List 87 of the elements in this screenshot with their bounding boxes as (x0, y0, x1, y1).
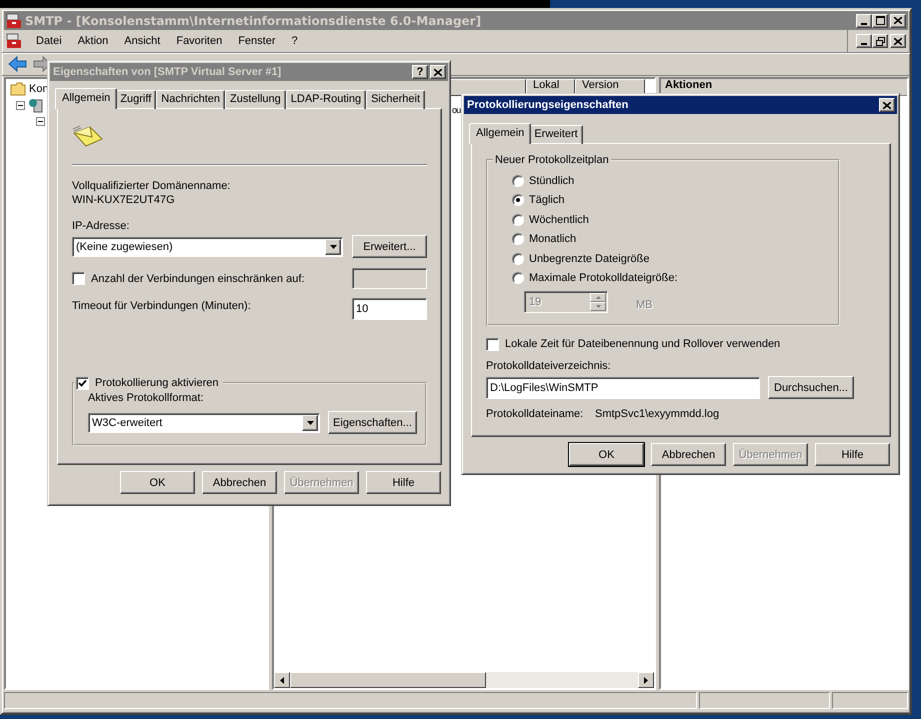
window-title: SMTP - [Konsolenstamm\Internetinformationsdienste 6.0-Manager] (25, 14, 482, 28)
close-icon (894, 17, 902, 24)
radio-label: Wöchentlich (529, 212, 589, 227)
radio-label: Stündlich (529, 174, 574, 188)
log-format-dropdown[interactable]: W3C-erweitert (88, 412, 320, 432)
dialog-button[interactable]: Hilfe (366, 471, 441, 494)
timeout-field[interactable]: 10 (352, 298, 427, 320)
radio-button[interactable] (512, 272, 524, 284)
tab[interactable]: Allgemein (469, 123, 532, 144)
ip-address-dropdown[interactable]: (Keine zugewiesen) (72, 236, 343, 256)
dialog-button[interactable]: Abbrechen (202, 471, 277, 494)
browse-button[interactable]: Durchsuchen... (768, 376, 854, 399)
dialog-button[interactable]: Abbrechen (651, 443, 726, 466)
radio-label: Unbegrenzte Dateigröße (529, 252, 650, 266)
radio-button[interactable] (512, 174, 524, 187)
radio-button[interactable] (512, 252, 524, 265)
folder-icon (10, 82, 26, 96)
tab[interactable]: Zugriff (115, 90, 156, 109)
close-icon (894, 38, 902, 44)
menu-item[interactable]: Fenster (230, 35, 284, 47)
close-icon (434, 68, 442, 76)
close-icon (883, 102, 891, 108)
tab[interactable]: Sicherheit (366, 90, 426, 109)
scroll-thumb[interactable] (290, 672, 486, 688)
tab[interactable]: Erweitert (529, 125, 583, 144)
minimize-button[interactable] (856, 34, 872, 48)
field-label: Aktives Protokollformat: (88, 391, 205, 405)
back-arrow-icon[interactable] (8, 56, 28, 72)
list-cell: ou (452, 105, 460, 115)
advanced-button[interactable]: Erweitert... (352, 235, 427, 258)
menu-item[interactable]: Aktion (70, 35, 116, 47)
dialog-title: Protokollierungseigenschaften (467, 99, 630, 111)
close-button[interactable] (890, 14, 906, 28)
menu-item[interactable]: Favoriten (168, 35, 230, 47)
toolbox-icon[interactable] (6, 33, 22, 49)
restore-button[interactable] (872, 34, 888, 48)
connection-limit-field[interactable] (352, 268, 427, 289)
maximize-icon (876, 16, 884, 25)
tab[interactable]: Nachrichten (156, 90, 225, 109)
file-name: SmtpSvc1\exyymmdd.log (595, 407, 720, 421)
tab[interactable]: LDAP-Routing (286, 90, 366, 109)
menu-item[interactable]: Ansicht (116, 35, 168, 47)
checkbox-label: Protokollierung aktivieren (95, 376, 219, 390)
dialog-button[interactable]: OK (569, 443, 644, 466)
checkbox[interactable] (486, 338, 499, 350)
checkbox[interactable] (72, 272, 85, 285)
radio-label: Maximale Protokolldateigröße: (529, 271, 678, 286)
field-label: Protokolldateiverzeichnis: (486, 359, 612, 373)
minimize-icon (861, 22, 867, 24)
field-label: Timeout für Verbindungen (Minuten): (72, 299, 251, 313)
close-button[interactable] (879, 98, 895, 112)
radio-button[interactable] (512, 194, 524, 206)
maximize-button[interactable] (872, 14, 888, 28)
tab[interactable]: Zustellung (225, 90, 286, 109)
dialog-title: Eigenschaften von [SMTP Virtual Server #1] (53, 66, 282, 78)
checkbox-label: Anzahl der Verbindungen einschränken auf: (91, 272, 304, 286)
domain-name: WIN-KUX7E2UT47G (72, 193, 176, 207)
menu-item[interactable]: ? (284, 35, 306, 47)
checkbox-label: Lokale Zeit für Dateibenennung und Rollover verwenden (505, 337, 780, 351)
dialog-button[interactable]: Hilfe (815, 443, 890, 466)
radio-label: Monatlich (529, 232, 576, 246)
scroll-right-icon[interactable] (638, 672, 654, 688)
field-label: Protokolldateiname: (486, 407, 584, 421)
scroll-left-icon[interactable] (274, 672, 290, 688)
field-label: IP-Adresse: (72, 219, 130, 233)
checkbox[interactable] (76, 376, 89, 390)
properties-button[interactable]: Eigenschaften... (328, 411, 417, 434)
dialog-button[interactable]: OK (120, 471, 195, 494)
minimize-button[interactable] (856, 14, 872, 28)
minimize-icon (861, 43, 867, 45)
unit-label: MB (636, 298, 652, 312)
close-button[interactable] (890, 34, 906, 48)
menu-item[interactable]: Datei (28, 35, 70, 47)
radio-button[interactable] (512, 214, 524, 226)
radio-label: Täglich (529, 193, 564, 208)
toolbox-icon (6, 12, 22, 28)
radio-button[interactable] (512, 233, 524, 246)
server-icon (28, 97, 44, 113)
directory-field[interactable]: D:\LogFiles\WinSMTP (486, 376, 760, 398)
tab[interactable]: Allgemein (55, 88, 118, 109)
envelope-icon (72, 123, 104, 149)
collapse-icon[interactable] (16, 100, 25, 110)
collapse-icon[interactable] (36, 116, 45, 126)
field-label: Vollqualifizierter Domänenname: (72, 179, 232, 193)
group-title: Neuer Protokollzeitplan (494, 153, 610, 167)
horizontal-scrollbar[interactable] (274, 672, 654, 688)
restore-icon (876, 36, 884, 46)
